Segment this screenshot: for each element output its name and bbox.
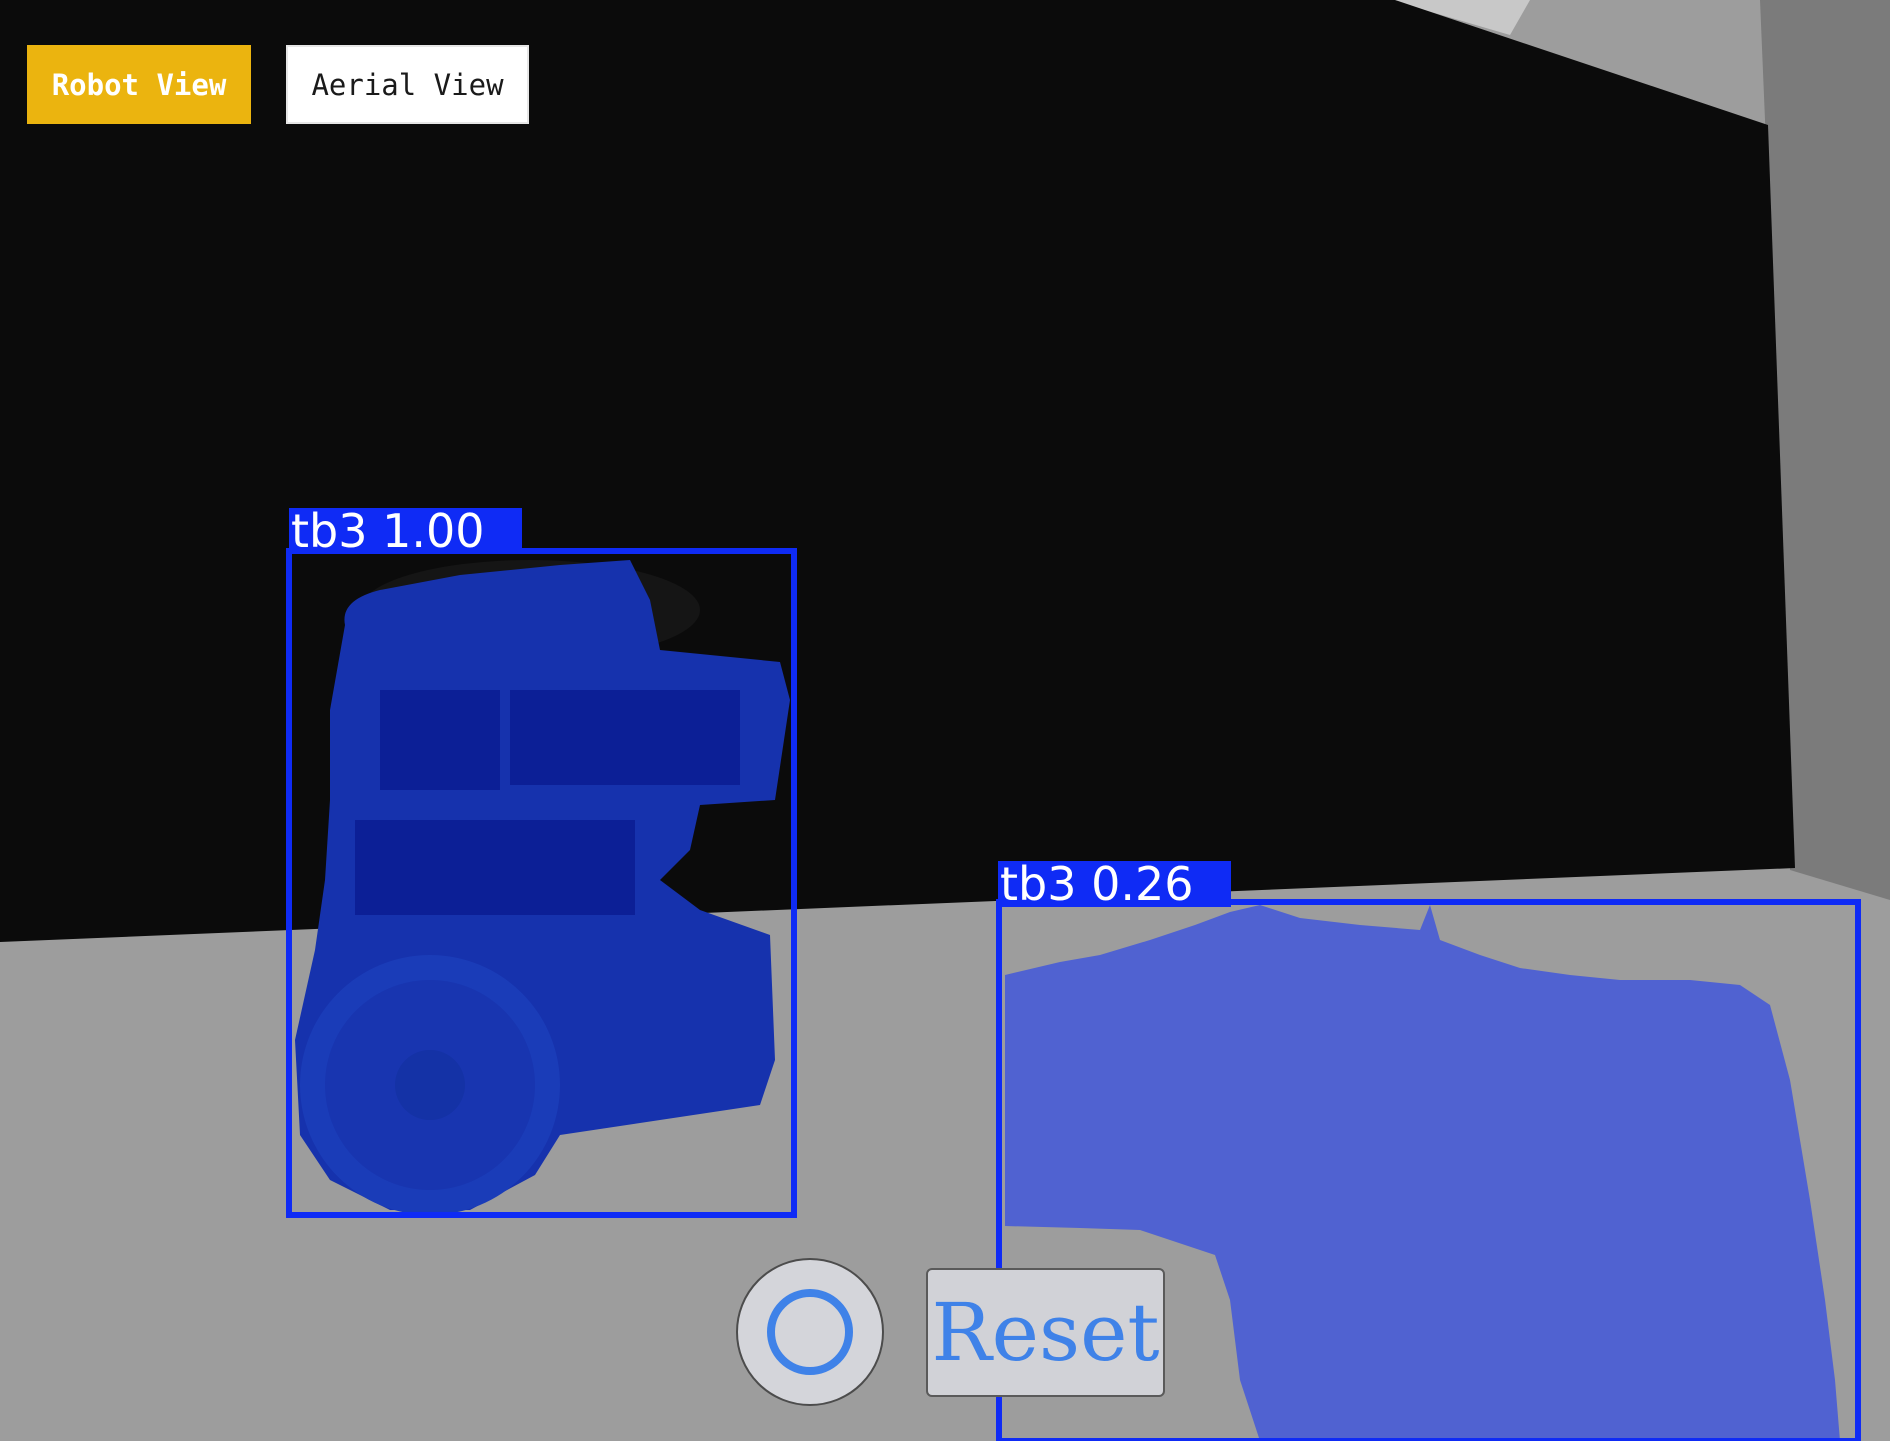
reset-button[interactable]: Reset [926,1268,1165,1397]
detection-label-2: tb3 0.26 [998,861,1231,907]
aerial-view-button[interactable]: Aerial View [286,45,529,124]
robot-camera-screen: Robot View Aerial View tb3 1.00 tb3 0.26… [0,0,1890,1441]
back-wall [0,0,1795,942]
robot-view-button[interactable]: Robot View [27,45,251,124]
camera-feed [0,0,1890,1441]
circle-record-icon [767,1289,853,1375]
record-button[interactable] [736,1258,884,1406]
detection-label-1: tb3 1.00 [289,508,522,554]
